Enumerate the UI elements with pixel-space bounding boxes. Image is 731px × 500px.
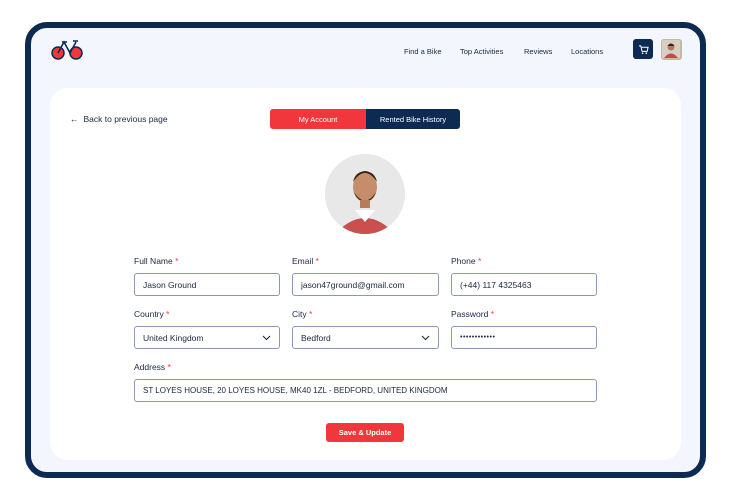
email-label: Email * — [292, 256, 319, 266]
bike-logo-icon[interactable] — [51, 38, 83, 65]
city-label: City * — [292, 309, 313, 319]
phone-label: Phone * — [451, 256, 482, 266]
tab-rented-bike-history[interactable]: Rented Bike History — [366, 109, 460, 129]
phone-input[interactable]: (+44) 117 4325463 — [451, 273, 597, 296]
tabs: My Account Rented Bike History — [270, 109, 460, 129]
profile-photo[interactable] — [325, 154, 405, 234]
nav-reviews[interactable]: Reviews — [524, 47, 552, 56]
nav-top-activities[interactable]: Top Activities — [460, 47, 503, 56]
address-label: Address * — [134, 362, 171, 372]
chevron-down-icon — [421, 335, 430, 340]
country-select[interactable]: United Kingdom — [134, 326, 280, 349]
cart-button[interactable] — [633, 39, 653, 59]
full-name-label: Full Name * — [134, 256, 179, 266]
nav-find-a-bike[interactable]: Find a Bike — [404, 47, 442, 56]
full-name-input[interactable]: Jason Ground — [134, 273, 280, 296]
arrow-left-icon: ← — [70, 114, 79, 124]
back-label: Back to previous page — [83, 114, 168, 124]
password-input[interactable]: •••••••••••• — [451, 326, 597, 349]
password-label: Password * — [451, 309, 495, 319]
cart-icon — [638, 44, 649, 54]
user-avatar-button[interactable] — [661, 39, 682, 60]
country-label: Country * — [134, 309, 170, 319]
address-input[interactable]: ST LOYES HOUSE, 20 LOYES HOUSE, MK40 1ZL… — [134, 379, 597, 402]
back-link[interactable]: ← Back to previous page — [70, 114, 168, 124]
app-window: Find a Bike Top Activities Reviews Locat… — [25, 22, 706, 478]
nav-locations[interactable]: Locations — [571, 47, 603, 56]
tab-my-account[interactable]: My Account — [270, 109, 366, 129]
chevron-down-icon — [262, 335, 271, 340]
account-card: ← Back to previous page My Account Rente… — [50, 88, 681, 460]
city-select[interactable]: Bedford — [292, 326, 439, 349]
save-update-button[interactable]: Save & Update — [326, 423, 404, 442]
email-input[interactable]: jason47ground@gmail.com — [292, 273, 439, 296]
